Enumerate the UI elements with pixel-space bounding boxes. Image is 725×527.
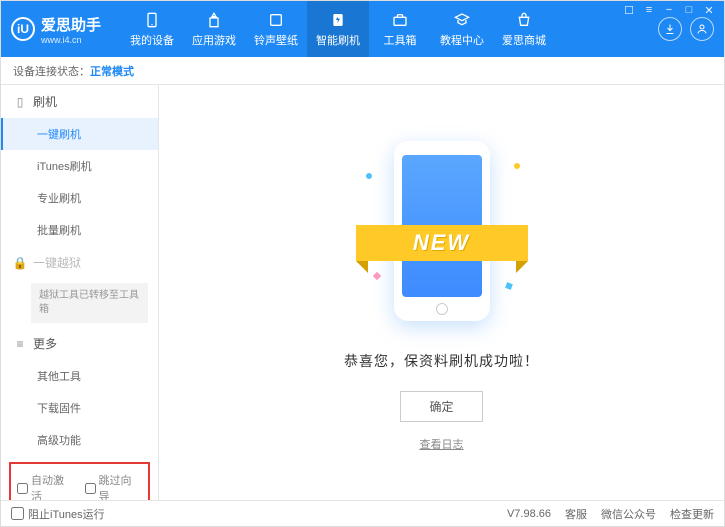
logo-text: 爱思助手	[41, 14, 101, 35]
version-label: V7.98.66	[507, 508, 551, 520]
nav-label: 工具箱	[384, 32, 417, 48]
sidebar-item-batch-flash[interactable]: 批量刷机	[1, 214, 158, 246]
footer-link-update[interactable]: 检查更新	[670, 506, 714, 522]
maximize-icon[interactable]: □	[682, 3, 696, 17]
confetti-dot	[514, 163, 520, 169]
footer-link-support[interactable]: 客服	[565, 506, 587, 522]
ringtone-icon	[266, 11, 286, 29]
minimize-icon[interactable]: −	[662, 3, 676, 17]
checkbox-label: 自动激活	[31, 472, 75, 500]
tutorial-icon	[452, 11, 472, 29]
header: ☐ ≡ − □ ✕ iU 爱思助手 www.i4.cn 我的设备 应用游戏	[1, 1, 724, 57]
nav-apps[interactable]: 应用游戏	[183, 1, 245, 57]
flash-icon	[328, 11, 348, 29]
section-label: 更多	[33, 335, 57, 352]
main-panel: NEW 恭喜您，保资料刷机成功啦！ 确定 查看日志	[159, 85, 724, 500]
app-window: ☐ ≡ − □ ✕ iU 爱思助手 www.i4.cn 我的设备 应用游戏	[0, 0, 725, 527]
nav-label: 铃声壁纸	[254, 32, 298, 48]
options-box: 自动激活 跳过向导	[9, 462, 150, 500]
status-label: 设备连接状态：	[13, 63, 90, 79]
success-illustration: NEW	[362, 133, 522, 333]
nav-label: 教程中心	[440, 32, 484, 48]
new-ribbon: NEW	[356, 225, 528, 261]
confetti-dot	[372, 272, 380, 280]
home-button-graphic	[436, 303, 448, 315]
checkbox-block-itunes[interactable]: 阻止iTunes运行	[11, 506, 105, 522]
close-icon[interactable]: ✕	[702, 3, 716, 17]
sidebar-item-itunes-flash[interactable]: iTunes刷机	[1, 150, 158, 182]
logo-url: www.i4.cn	[41, 35, 101, 45]
nav-toolbox[interactable]: 工具箱	[369, 1, 431, 57]
lock-icon: 🔒	[13, 256, 27, 270]
nav-label: 我的设备	[130, 32, 174, 48]
body: ▯ 刷机 一键刷机 iTunes刷机 专业刷机 批量刷机 🔒 一键越狱 越狱工具…	[1, 85, 724, 500]
nav-my-device[interactable]: 我的设备	[121, 1, 183, 57]
nav-smart-flash[interactable]: 智能刷机	[307, 1, 369, 57]
checkbox-skip-setup[interactable]: 跳过向导	[85, 472, 143, 500]
logo-icon: iU	[11, 17, 35, 41]
sidebar-item-download-firmware[interactable]: 下载固件	[1, 392, 158, 424]
top-nav: 我的设备 应用游戏 铃声壁纸 智能刷机 工具箱 教程中心	[121, 1, 555, 57]
titlebar-controls: ☐ ≡ − □ ✕	[622, 3, 716, 17]
device-icon	[142, 11, 162, 29]
section-label: 一键越狱	[33, 254, 81, 271]
checkbox-label: 跳过向导	[99, 472, 143, 500]
store-icon	[514, 11, 534, 29]
sidebar-section-jailbreak: 🔒 一键越狱	[1, 246, 158, 279]
checkbox-label: 阻止iTunes运行	[28, 506, 105, 522]
nav-ringtones[interactable]: 铃声壁纸	[245, 1, 307, 57]
confetti-dot	[505, 282, 513, 290]
footer-link-wechat[interactable]: 微信公众号	[601, 506, 656, 522]
user-button[interactable]	[690, 17, 714, 41]
checkbox-auto-activate[interactable]: 自动激活	[17, 472, 75, 500]
nav-label: 爱思商城	[502, 32, 546, 48]
nav-store[interactable]: 爱思商城	[493, 1, 555, 57]
sidebar-item-advanced[interactable]: 高级功能	[1, 424, 158, 456]
phone-icon: ▯	[13, 95, 27, 109]
section-label: 刷机	[33, 93, 57, 110]
jailbreak-note: 越狱工具已转移至工具箱	[31, 283, 148, 323]
sidebar-item-pro-flash[interactable]: 专业刷机	[1, 182, 158, 214]
header-right	[658, 17, 714, 41]
nav-tutorials[interactable]: 教程中心	[431, 1, 493, 57]
toolbox-icon	[390, 11, 410, 29]
ok-button[interactable]: 确定	[400, 391, 482, 422]
success-message: 恭喜您，保资料刷机成功啦！	[344, 351, 539, 371]
status-mode: 正常模式	[90, 63, 134, 79]
status-bar: 设备连接状态： 正常模式	[1, 57, 724, 85]
checkbox-input[interactable]	[85, 483, 96, 494]
checkbox-input[interactable]	[11, 507, 24, 520]
checkbox-input[interactable]	[17, 483, 28, 494]
sidebar-item-other-tools[interactable]: 其他工具	[1, 360, 158, 392]
menu-lines-icon: ≡	[13, 337, 27, 351]
footer: 阻止iTunes运行 V7.98.66 客服 微信公众号 检查更新	[1, 500, 724, 526]
nav-label: 应用游戏	[192, 32, 236, 48]
sidebar: ▯ 刷机 一键刷机 iTunes刷机 专业刷机 批量刷机 🔒 一键越狱 越狱工具…	[1, 85, 159, 500]
sidebar-item-oneclick-flash[interactable]: 一键刷机	[1, 118, 158, 150]
nav-label: 智能刷机	[316, 32, 360, 48]
view-log-link[interactable]: 查看日志	[420, 436, 464, 452]
menu-icon[interactable]: ≡	[642, 3, 656, 17]
confetti-dot	[366, 173, 372, 179]
cart-icon[interactable]: ☐	[622, 3, 636, 17]
logo[interactable]: iU 爱思助手 www.i4.cn	[11, 14, 101, 45]
sidebar-section-flash[interactable]: ▯ 刷机	[1, 85, 158, 118]
apps-icon	[204, 11, 224, 29]
sidebar-section-more[interactable]: ≡ 更多	[1, 327, 158, 360]
download-button[interactable]	[658, 17, 682, 41]
